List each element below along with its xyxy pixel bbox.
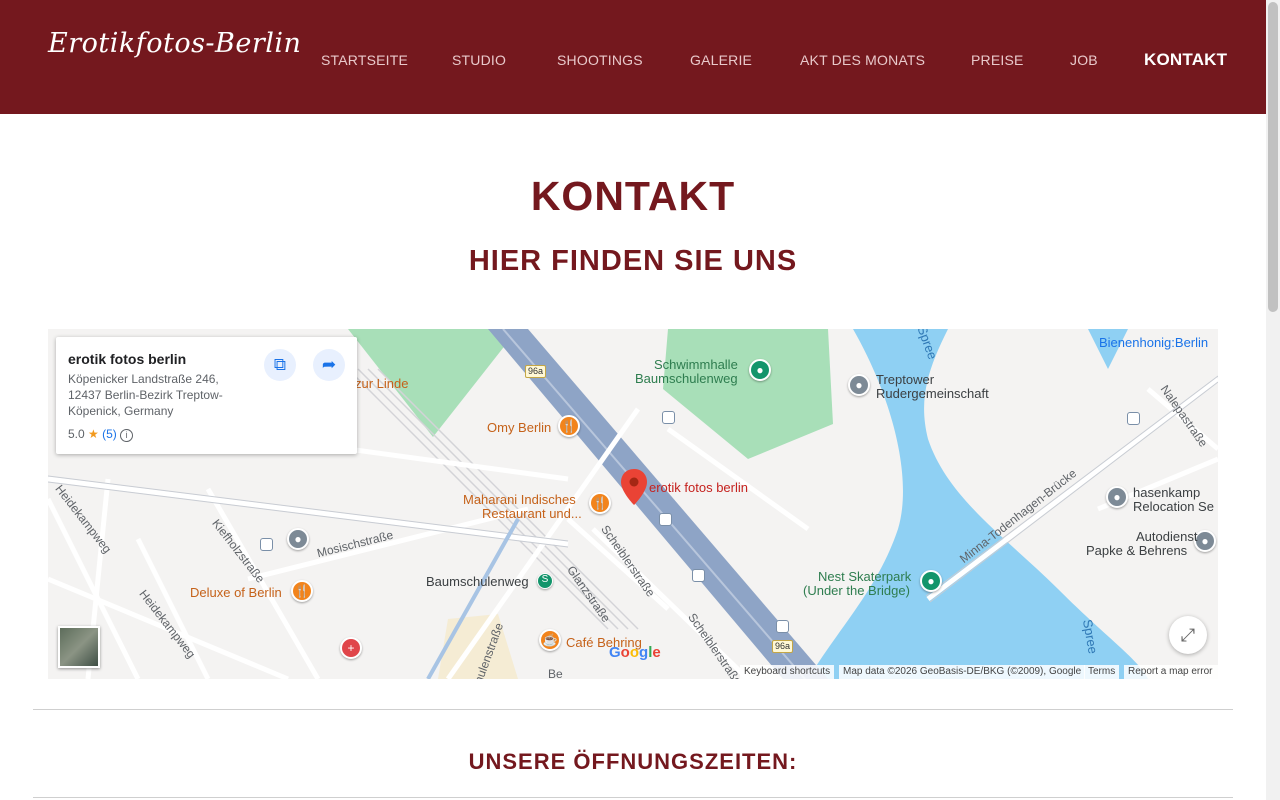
place-info-card: erotik fotos berlin Köpenicker Landstraß… <box>56 337 357 454</box>
open-in-maps-icon[interactable]: ⧉ <box>264 349 296 381</box>
divider <box>33 797 1233 798</box>
restaurant-icon[interactable]: 🍴 <box>291 580 313 602</box>
park-area-2 <box>663 329 833 459</box>
google-map[interactable]: 🍴 🍴 🍴 ☕ ● ● ● ● ● ● + S 96a 96a erotik f… <box>48 329 1218 679</box>
place-address: Köpenicker Landstraße 246, 12437 Berlin-… <box>68 371 258 419</box>
main-nav: STARTSEITE STUDIO SHOOTINGS GALERIE AKT … <box>0 50 1266 72</box>
divider <box>33 709 1233 710</box>
nav-galerie[interactable]: GALERIE <box>690 52 752 68</box>
rating-value: 5.0 <box>68 427 85 441</box>
page-title: KONTAKT <box>530 173 736 219</box>
directions-icon[interactable]: ➦ <box>313 349 345 381</box>
road-shield-96a: 96a <box>525 365 547 378</box>
nav-job[interactable]: JOB <box>1070 52 1098 68</box>
nav-kontakt[interactable]: KONTAKT <box>1144 50 1227 70</box>
bus-stop-icon[interactable] <box>662 411 675 424</box>
poi-label[interactable]: Rudergemeinschaft <box>876 386 989 401</box>
bus-stop-icon[interactable] <box>260 538 273 551</box>
page: Erotikfotos-Berlin STARTSEITE STUDIO SHO… <box>0 0 1266 800</box>
map-data-attribution: Map data ©2026 GeoBasis-DE/BKG (©2009), … <box>839 665 1086 679</box>
s-bahn-icon[interactable]: S <box>537 573 553 589</box>
poi-label[interactable]: Baumschulenweg <box>635 371 738 386</box>
school-icon[interactable]: ● <box>287 528 309 550</box>
poi-label[interactable]: Deluxe of Berlin <box>190 585 282 600</box>
nav-akt-des-monats[interactable]: AKT DES MONATS <box>800 52 925 68</box>
poi-label[interactable]: zur Linde <box>355 376 408 391</box>
poi-label[interactable]: Schwimmhalle <box>654 357 738 372</box>
poi-label[interactable]: Relocation Se <box>1133 499 1214 514</box>
marker-label[interactable]: erotik fotos berlin <box>649 480 748 495</box>
poi-label[interactable]: hasenkamp <box>1133 485 1200 500</box>
poi-label[interactable]: Maharani Indisches <box>463 492 576 507</box>
nav-preise[interactable]: PREISE <box>971 52 1024 68</box>
terms-link[interactable]: Terms <box>1084 665 1120 679</box>
nav-studio[interactable]: STUDIO <box>452 52 506 68</box>
poi-label[interactable]: (Under the Bridge) <box>803 583 910 598</box>
place-icon[interactable]: ● <box>1106 486 1128 508</box>
bus-stop-icon[interactable] <box>776 620 789 633</box>
google-logo: Google <box>609 644 661 661</box>
poi-label[interactable]: Bienenhonig:Berlin <box>1099 335 1208 350</box>
section-title-location: HIER FINDEN SIE UNS <box>468 245 798 277</box>
info-icon[interactable]: i <box>120 429 134 442</box>
pool-icon[interactable]: ● <box>749 359 771 381</box>
star-icon: ★ <box>88 427 99 441</box>
poi-label[interactable]: Restaurant und... <box>482 506 582 521</box>
bus-stop-icon[interactable] <box>692 569 705 582</box>
place-icon[interactable]: ● <box>848 374 870 396</box>
keyboard-shortcuts-link[interactable]: Keyboard shortcuts <box>740 665 835 679</box>
street-label: Be <box>548 667 563 679</box>
poi-label[interactable]: Papke & Behrens <box>1086 543 1187 558</box>
road-shield-96a: 96a <box>772 640 794 653</box>
address-line: Köpenicker Landstraße 246, <box>68 372 219 386</box>
poi-label[interactable]: Autodienst <box>1136 529 1197 544</box>
review-count-link[interactable]: (5) <box>102 427 117 441</box>
restaurant-icon[interactable]: 🍴 <box>558 415 580 437</box>
address-line: 12437 Berlin-Bezirk Treptow- <box>68 388 223 402</box>
station-label[interactable]: Baumschulenweg <box>426 574 529 589</box>
location-marker-icon[interactable] <box>621 469 647 505</box>
poi-label[interactable]: Nest Skaterpark <box>818 569 911 584</box>
section-title-hours: UNSERE ÖFFNUNGSZEITEN: <box>468 749 798 774</box>
nav-startseite[interactable]: STARTSEITE <box>321 52 408 68</box>
bus-stop-icon[interactable] <box>659 513 672 526</box>
place-rating: 5.0 ★ (5) i <box>68 427 134 442</box>
scrollbar-thumb[interactable] <box>1268 2 1278 312</box>
cafe-icon[interactable]: ☕ <box>539 629 561 651</box>
satellite-toggle[interactable] <box>58 626 100 668</box>
nav-shootings[interactable]: SHOOTINGS <box>557 52 643 68</box>
park-icon[interactable]: ● <box>920 570 942 592</box>
report-map-error-link[interactable]: Report a map error <box>1124 665 1218 679</box>
site-header: Erotikfotos-Berlin STARTSEITE STUDIO SHO… <box>0 0 1266 114</box>
restaurant-icon[interactable]: 🍴 <box>589 492 611 514</box>
place-name: erotik fotos berlin <box>68 351 187 367</box>
poi-label[interactable]: Treptower <box>876 372 934 387</box>
hospital-icon[interactable]: + <box>340 637 362 659</box>
address-line: Köpenick, Germany <box>68 404 174 418</box>
poi-label[interactable]: Omy Berlin <box>487 420 551 435</box>
fullscreen-icon[interactable]: ⤢ <box>1169 616 1207 654</box>
bus-stop-icon[interactable] <box>1127 412 1140 425</box>
page-scrollbar[interactable] <box>1266 0 1280 800</box>
